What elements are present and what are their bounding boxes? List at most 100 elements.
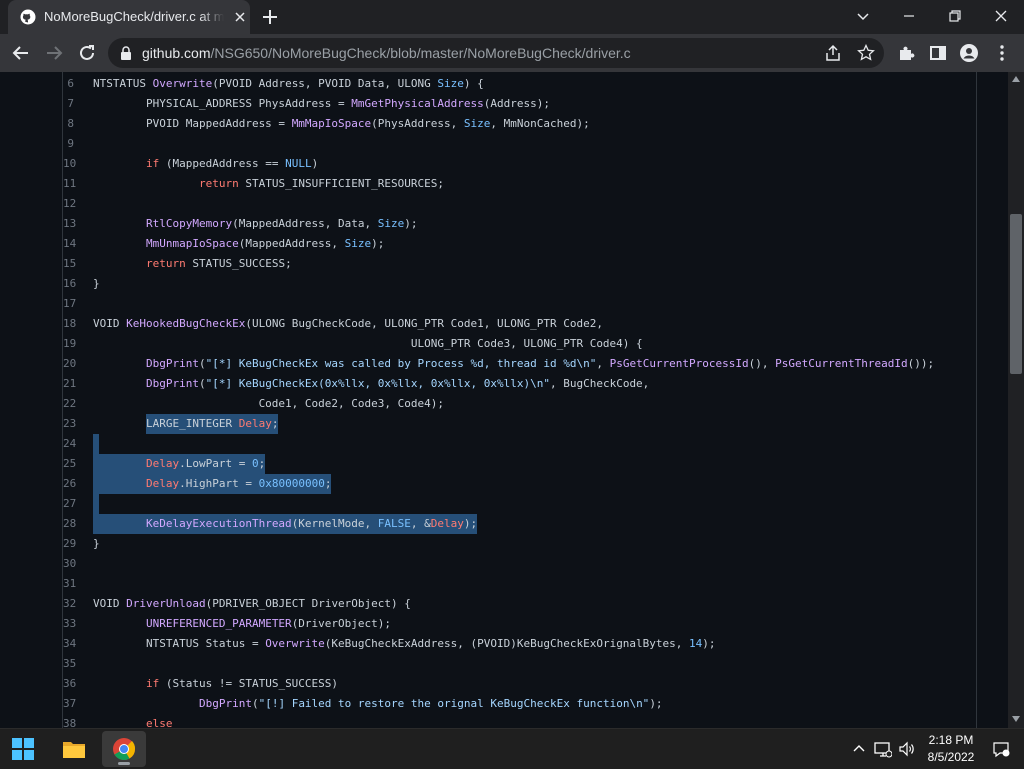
line-number[interactable]: 33 [63,614,76,634]
code-line[interactable]: 32 VOID DriverUnload(PDRIVER_OBJECT Drive… [63,594,976,614]
code-line[interactable]: 11 return STATUS_INSUFFICIENT_RESOURCES; [63,174,976,194]
code-line[interactable]: 6 NTSTATUS Overwrite(PVOID Address, PVOID… [63,74,976,94]
code-text[interactable]: PHYSICAL_ADDRESS PhysAddress = MmGetPhys… [93,94,550,114]
code-line[interactable]: 15 return STATUS_SUCCESS; [63,254,976,274]
code-text[interactable]: ULONG_PTR Code3, ULONG_PTR Code4) { [93,334,643,354]
volume-icon[interactable] [898,740,916,758]
chrome-icon[interactable] [112,737,136,761]
menu-kebab-icon[interactable] [992,43,1012,63]
code-line[interactable]: 17 [63,294,976,314]
code-line[interactable]: 36 if (Status != STATUS_SUCCESS) [63,674,976,694]
tab-search-icon[interactable] [853,6,873,26]
line-number[interactable]: 27 [63,494,76,514]
line-number[interactable]: 32 [63,594,76,614]
profile-avatar-icon[interactable] [959,43,979,63]
code-line[interactable]: 7 PHYSICAL_ADDRESS PhysAddress = MmGetPh… [63,94,976,114]
close-window-icon[interactable] [991,6,1011,26]
code-line[interactable]: 35 [63,654,976,674]
code-view[interactable]: 6 NTSTATUS Overwrite(PVOID Address, PVOID… [62,72,977,728]
line-number[interactable]: 24 [63,434,76,454]
bookmark-star-icon[interactable] [857,44,875,62]
line-number[interactable]: 29 [63,534,76,554]
code-line[interactable]: 10 if (MappedAddress == NULL) [63,154,976,174]
lock-icon[interactable] [120,46,132,60]
code-text[interactable]: if (Status != STATUS_SUCCESS) [93,674,338,694]
minimize-icon[interactable] [899,6,919,26]
line-number[interactable]: 31 [63,574,76,594]
line-number[interactable]: 36 [63,674,76,694]
chevron-up-icon[interactable] [850,740,868,758]
code-line[interactable]: 8 PVOID MappedAddress = MmMapIoSpace(Phy… [63,114,976,134]
line-number[interactable]: 26 [63,474,76,494]
code-line[interactable]: 37 DbgPrint("[!] Failed to restore the o… [63,694,976,714]
code-text[interactable]: } [93,274,100,294]
line-number[interactable]: 37 [63,694,76,714]
line-number[interactable]: 9 [63,134,74,154]
code-line[interactable]: 28 KeDelayExecutionThread(KernelMode, FA… [63,514,976,534]
notification-icon[interactable] [992,740,1010,758]
scrollbar-thumb[interactable] [1010,214,1022,374]
code-line[interactable]: 27 [63,494,976,514]
code-line[interactable]: 33 UNREFERENCED_PARAMETER(DriverObject); [63,614,976,634]
network-icon[interactable] [874,740,892,758]
line-number[interactable]: 13 [63,214,76,234]
line-number[interactable]: 17 [63,294,76,314]
code-text[interactable]: DbgPrint("[*] KeBugCheckEx was called by… [93,354,934,374]
code-line[interactable]: 14 MmUnmapIoSpace(MappedAddress, Size); [63,234,976,254]
line-number[interactable]: 6 [63,74,74,94]
line-number[interactable]: 19 [63,334,76,354]
code-line[interactable]: 34 NTSTATUS Status = Overwrite(KeBugChec… [63,634,976,654]
code-text[interactable]: PVOID MappedAddress = MmMapIoSpace(PhysA… [93,114,590,134]
code-line[interactable]: 12 [63,194,976,214]
line-number[interactable]: 34 [63,634,76,654]
address-bar[interactable]: github.com/NSG650/NoMoreBugCheck/blob/ma… [108,38,884,68]
code-line[interactable]: 23 LARGE_INTEGER Delay; [63,414,976,434]
reload-icon[interactable] [76,42,98,64]
code-text[interactable]: return STATUS_INSUFFICIENT_RESOURCES; [93,174,444,194]
back-icon[interactable] [10,42,32,64]
new-tab-icon[interactable] [260,7,280,27]
code-text[interactable]: VOID DriverUnload(PDRIVER_OBJECT DriverO… [93,594,411,614]
code-line[interactable]: 26 Delay.HighPart = 0x80000000; [63,474,976,494]
line-number[interactable]: 18 [63,314,76,334]
code-text[interactable]: Code1, Code2, Code3, Code4); [93,394,444,414]
code-line[interactable]: 22 Code1, Code2, Code3, Code4); [63,394,976,414]
code-line[interactable]: 30 [63,554,976,574]
close-tab-icon[interactable] [232,9,248,25]
code-text[interactable]: DbgPrint("[!] Failed to restore the orig… [93,694,663,714]
line-number[interactable]: 16 [63,274,76,294]
page-scrollbar[interactable] [1008,72,1024,728]
line-number[interactable]: 25 [63,454,76,474]
line-number[interactable]: 10 [63,154,76,174]
code-text[interactable]: NTSTATUS Overwrite(PVOID Address, PVOID … [93,74,484,94]
line-number[interactable]: 38 [63,714,76,728]
line-number[interactable]: 15 [63,254,76,274]
line-number[interactable]: 30 [63,554,76,574]
code-text[interactable]: } [93,534,100,554]
code-text[interactable]: else [93,714,173,728]
line-number[interactable]: 14 [63,234,76,254]
code-line[interactable]: 18 VOID KeHookedBugCheckEx(ULONG BugCheck… [63,314,976,334]
restore-icon[interactable] [945,6,965,26]
code-line[interactable]: 24 [63,434,976,454]
code-text[interactable]: UNREFERENCED_PARAMETER(DriverObject); [93,614,391,634]
code-line[interactable]: 13 RtlCopyMemory(MappedAddress, Data, Si… [63,214,976,234]
share-icon[interactable] [824,44,842,62]
code-text[interactable]: return STATUS_SUCCESS; [93,254,292,274]
code-line[interactable]: 38 else [63,714,976,728]
browser-tab-active[interactable]: NoMoreBugCheck/driver.c at ma [8,0,250,34]
code-line[interactable]: 9 [63,134,976,154]
code-text[interactable]: KeDelayExecutionThread(KernelMode, FALSE… [93,514,477,534]
code-line[interactable]: 25 Delay.LowPart = 0; [63,454,976,474]
code-text[interactable]: VOID KeHookedBugCheckEx(ULONG BugCheckCo… [93,314,603,334]
code-text[interactable]: Delay.HighPart = 0x80000000; [93,474,331,494]
file-explorer-icon[interactable] [62,737,86,761]
line-number[interactable]: 35 [63,654,76,674]
line-number[interactable]: 12 [63,194,76,214]
code-line[interactable]: 29} [63,534,976,554]
line-number[interactable]: 21 [63,374,76,394]
scroll-up-arrow-icon[interactable] [1012,76,1020,82]
code-text[interactable]: Delay.LowPart = 0; [93,454,265,474]
line-number[interactable]: 20 [63,354,76,374]
line-number[interactable]: 23 [63,414,76,434]
